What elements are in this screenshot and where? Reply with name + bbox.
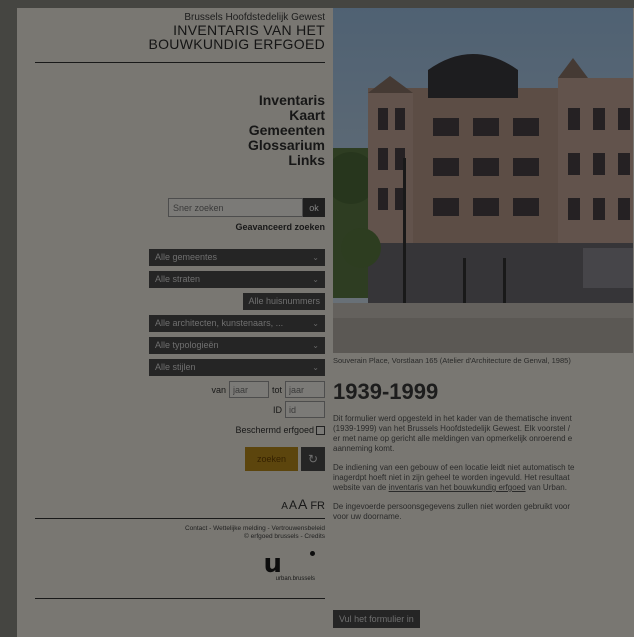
house-number-row: Alle huisnummers	[35, 293, 325, 310]
select-style[interactable]: Alle stijlen ⌄	[149, 359, 325, 376]
divider	[35, 518, 325, 519]
protected-row: Beschermd erfgoed	[35, 425, 325, 435]
id-input[interactable]	[285, 401, 325, 418]
intro-line: aanneming komt.	[333, 444, 395, 453]
footer-links-line2[interactable]: © erfgoed brussels - Credits	[35, 533, 325, 541]
intro-paragraph: Dit formulier werd opgesteld in het kade…	[333, 414, 634, 454]
advanced-search-heading: Geavanceerd zoeken	[235, 222, 325, 232]
protected-label: Beschermd erfgoed	[235, 425, 314, 435]
submission-line: De indiening van een gebouw of een locat…	[333, 463, 575, 472]
select-style-label: Alle stijlen	[155, 362, 196, 372]
search-actions: zoeken ↻	[35, 447, 325, 471]
font-medium-button[interactable]: A	[289, 498, 297, 512]
building-photo	[333, 8, 633, 353]
intro-line: (1939-1999) van het Brussels Hoofdstedel…	[333, 424, 571, 433]
year-from-label: van	[211, 384, 226, 395]
main-nav: Inventaris Kaart Gemeenten Glossarium Li…	[35, 93, 325, 168]
nav-item-links[interactable]: Links	[35, 153, 325, 168]
main-content: Souverain Place, Vorstlaan 165 (Atelier …	[325, 8, 634, 637]
year-range: van tot	[35, 381, 325, 398]
nav-item-gemeenten[interactable]: Gemeenten	[35, 123, 325, 138]
select-house-number[interactable]: Alle huisnummers	[243, 293, 325, 310]
reset-button[interactable]: ↻	[301, 447, 325, 471]
inventory-link[interactable]: inventaris van het bouwkundig erfgoed	[389, 483, 526, 492]
select-street-label: Alle straten	[155, 274, 201, 284]
select-architect[interactable]: Alle architecten, kunstenaars, ... ⌄	[149, 315, 325, 332]
font-small-button[interactable]: A	[281, 501, 288, 512]
brand-title-line2: BOUWKUNDIG ERFGOED	[148, 36, 325, 52]
quick-search: ok	[35, 198, 325, 217]
select-typology[interactable]: Alle typologieën ⌄	[149, 337, 325, 354]
photo-caption: Souverain Place, Vorstlaan 165 (Atelier …	[333, 356, 571, 365]
chevron-down-icon: ⌄	[312, 319, 319, 328]
divider	[35, 62, 325, 63]
submission-line-text: website van de	[333, 483, 389, 492]
logo-letter: u	[263, 549, 282, 579]
nav-item-inventaris[interactable]: Inventaris	[35, 93, 325, 108]
privacy-paragraph: De ingevoerde persoonsgegevens zullen ni…	[333, 502, 634, 522]
select-municipality[interactable]: Alle gemeentes ⌄	[149, 249, 325, 266]
logo-dot	[310, 551, 315, 556]
urban-brussels-logo[interactable]: u urban.brussels	[35, 549, 325, 582]
submission-line: website van de inventaris van het bouwku…	[333, 483, 634, 493]
refresh-icon: ↻	[307, 452, 319, 466]
id-label: ID	[273, 404, 282, 415]
select-municipality-label: Alle gemeentes	[155, 252, 218, 262]
year-to-input[interactable]	[285, 381, 325, 398]
search-button[interactable]: zoeken	[245, 447, 298, 471]
submission-line-text: van Urban.	[525, 483, 567, 492]
chevron-down-icon: ⌄	[312, 363, 319, 372]
font-size-controls: AAA FR	[35, 496, 325, 514]
select-street[interactable]: Alle straten ⌄	[149, 271, 325, 288]
chevron-down-icon: ⌄	[312, 275, 319, 284]
intro-line: Dit formulier werd opgesteld in het kade…	[333, 414, 572, 423]
brand-title-line1: INVENTARIS VAN HET	[173, 22, 325, 38]
fill-form-button[interactable]: Vul het formulier in	[333, 610, 420, 628]
privacy-line: De ingevoerde persoonsgegevens zullen ni…	[333, 502, 571, 511]
sidebar: Brussels Hoofdstedelijk Gewest INVENTARI…	[17, 8, 325, 637]
privacy-line: voor uw doorname.	[333, 512, 402, 521]
nav-item-glossarium[interactable]: Glossarium	[35, 138, 325, 153]
footer-links-line1[interactable]: Contact - Wettelijke melding - Vertrouwe…	[35, 525, 325, 533]
brand-title[interactable]: INVENTARIS VAN HET BOUWKUNDIG ERFGOED	[35, 23, 325, 51]
building-photo-svg	[333, 8, 633, 353]
protected-checkbox[interactable]	[316, 425, 325, 435]
language-switch[interactable]: FR	[310, 500, 325, 512]
id-row: ID	[35, 401, 325, 418]
year-to-label: tot	[271, 384, 282, 395]
year-from-input[interactable]	[228, 381, 269, 398]
select-typology-label: Alle typologieën	[155, 340, 219, 350]
nav-item-kaart[interactable]: Kaart	[35, 108, 325, 123]
page-title: 1939-1999	[333, 379, 439, 404]
font-large-button[interactable]: A	[298, 496, 307, 512]
submission-line: inagerdpt hoeft niet in zijn geheel te w…	[333, 473, 570, 482]
intro-line: er met name op gericht alle meldingen va…	[333, 434, 573, 443]
chevron-down-icon: ⌄	[312, 341, 319, 350]
chevron-down-icon: ⌄	[312, 253, 319, 262]
submission-paragraph: De indiening van een gebouw of een locat…	[333, 463, 634, 493]
divider	[35, 598, 325, 599]
search-ok-button[interactable]: ok	[303, 198, 325, 217]
search-input[interactable]	[168, 198, 303, 217]
select-architect-label: Alle architecten, kunstenaars, ...	[155, 318, 284, 328]
page: Brussels Hoofdstedelijk Gewest INVENTARI…	[17, 8, 634, 637]
footer-links: Contact - Wettelijke melding - Vertrouwe…	[35, 525, 325, 541]
